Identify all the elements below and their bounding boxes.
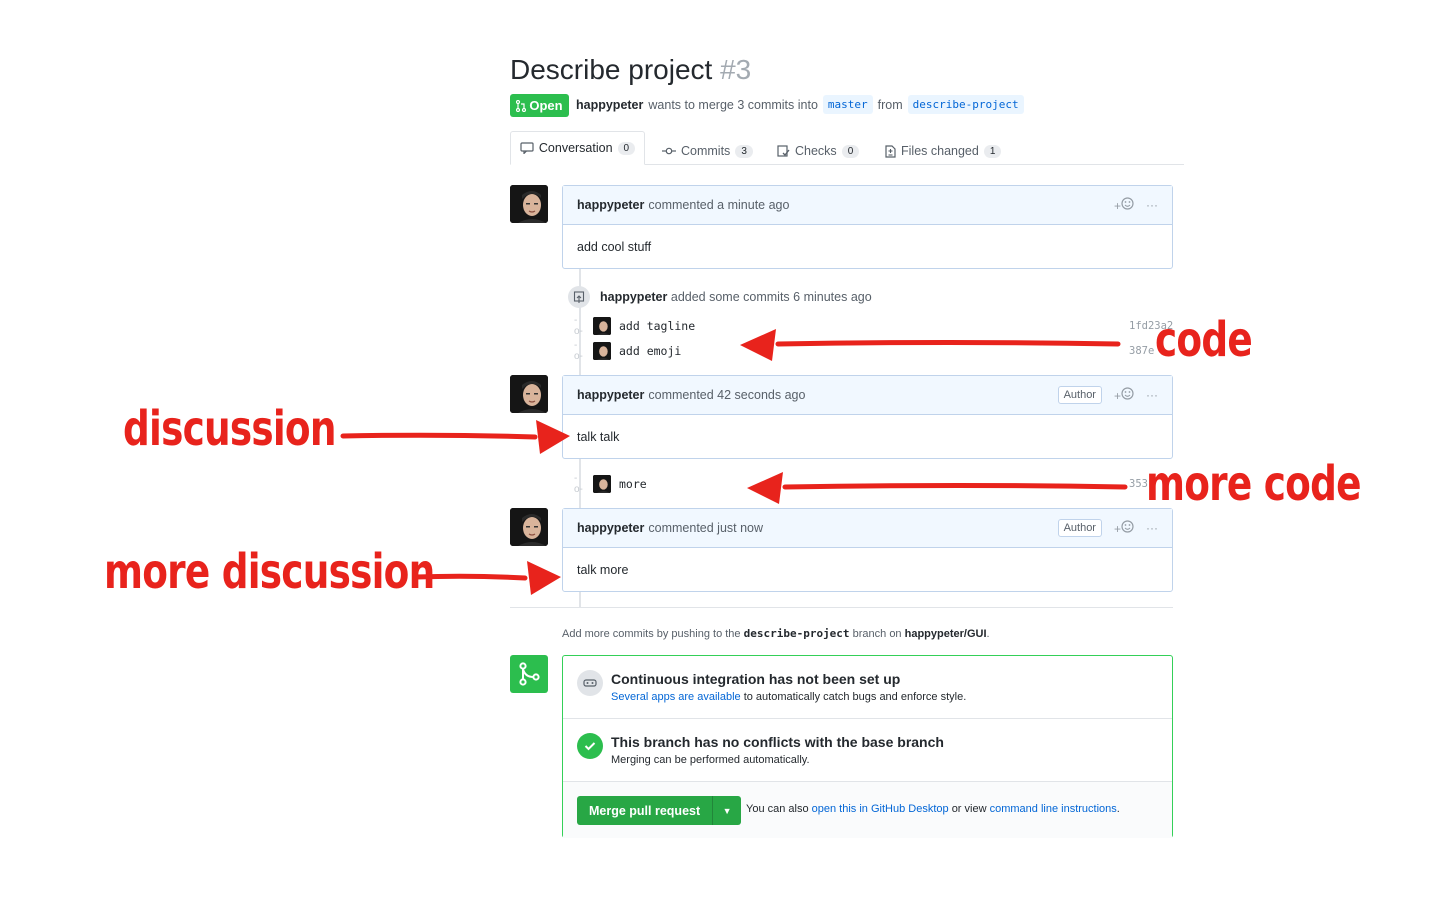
annotation-code: code — [1155, 312, 1253, 368]
arrow-discussion — [340, 420, 570, 454]
arrow-code — [740, 329, 1121, 361]
annotation-more-discussion: more discussion — [104, 544, 435, 600]
arrow-more-discussion — [413, 561, 561, 595]
annotation-more-code: more code — [1146, 456, 1362, 512]
arrow-more-code — [747, 472, 1128, 504]
annotation-discussion: discussion — [123, 401, 337, 457]
